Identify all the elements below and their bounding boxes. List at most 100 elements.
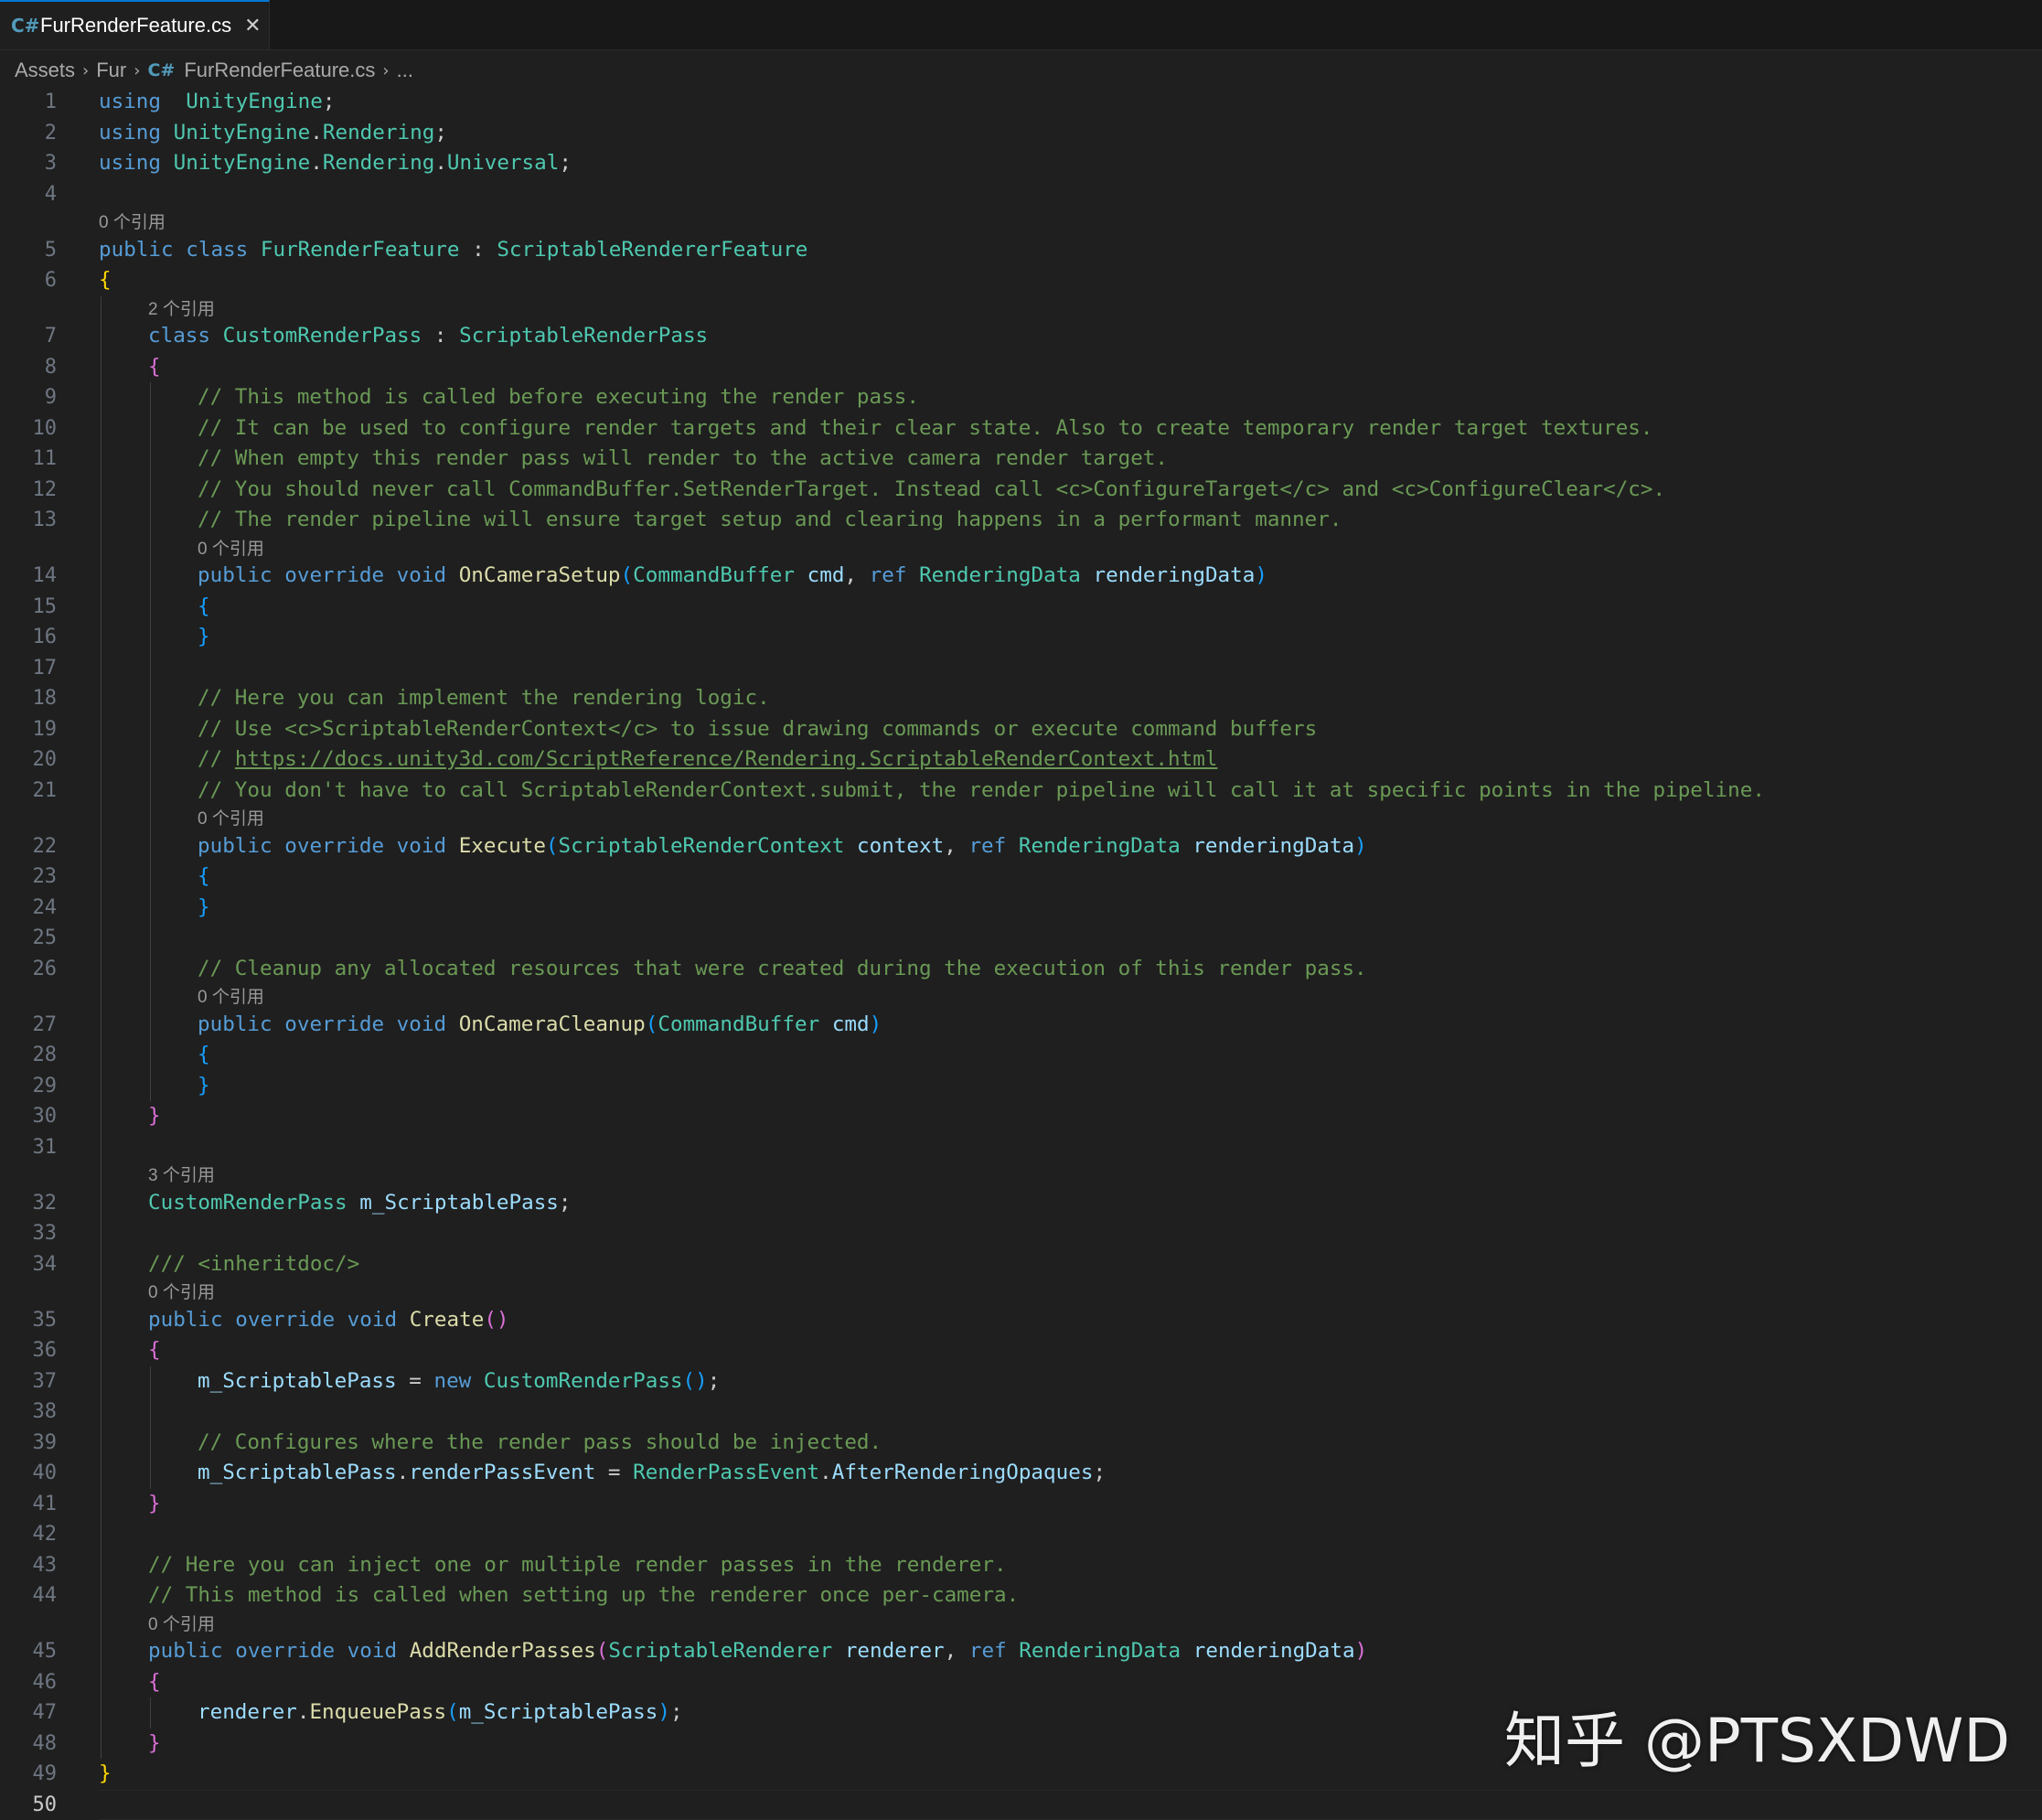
code-line[interactable]: 25 — [0, 923, 2042, 954]
breadcrumb-file[interactable]: FurRenderFeature.cs — [184, 59, 375, 82]
codelens-text[interactable]: 0 个引用 — [99, 209, 166, 235]
code-line[interactable]: 32CustomRenderPass m_ScriptablePass; — [0, 1188, 2042, 1219]
code-token: public — [198, 1012, 273, 1036]
line-number: 39 — [0, 1428, 57, 1459]
code-text: CustomRenderPass m_ScriptablePass; — [148, 1188, 572, 1219]
code-line[interactable]: 1using UnityEngine; — [0, 87, 2042, 118]
code-text: using UnityEngine.Rendering.Universal; — [99, 148, 572, 179]
breadcrumb-fur[interactable]: Fur — [96, 59, 126, 82]
code-line[interactable]: 33 — [0, 1218, 2042, 1249]
code-token: CommandBuffer — [633, 563, 795, 587]
code-token: override — [284, 834, 384, 858]
code-line[interactable]: 10// It can be used to configure render … — [0, 413, 2042, 444]
breadcrumb-assets[interactable]: Assets — [15, 59, 75, 82]
code-line[interactable]: 4 — [0, 179, 2042, 210]
code-line[interactable]: 35public override void Create() — [0, 1305, 2042, 1336]
code-token — [397, 1308, 410, 1332]
tab-furrenderfeature[interactable]: C# FurRenderFeature.cs ✕ — [0, 0, 270, 49]
code-line[interactable]: 21// You don't have to call ScriptableRe… — [0, 776, 2042, 807]
code-line[interactable]: 37m_ScriptablePass = new CustomRenderPas… — [0, 1366, 2042, 1397]
code-line[interactable]: 23{ — [0, 862, 2042, 893]
code-line[interactable]: 45public override void AddRenderPasses(S… — [0, 1636, 2042, 1667]
code-line[interactable]: 15{ — [0, 592, 2042, 623]
codelens-text[interactable]: 0 个引用 — [148, 1279, 215, 1305]
code-line[interactable]: 7class CustomRenderPass : ScriptableRend… — [0, 321, 2042, 352]
code-text: } — [99, 1759, 112, 1790]
code-line[interactable]: 11// When empty this render pass will re… — [0, 444, 2042, 475]
code-line[interactable]: 41} — [0, 1489, 2042, 1520]
code-token: renderPassEvent — [409, 1461, 595, 1484]
code-line[interactable]: 20// https://docs.unity3d.com/ScriptRefe… — [0, 744, 2042, 776]
code-line[interactable]: 50 — [0, 1790, 2042, 1820]
code-token — [832, 1639, 845, 1663]
code-text: // Here you can inject one or multiple r… — [148, 1550, 1007, 1581]
indent-guide — [150, 683, 151, 714]
line-number: 18 — [0, 683, 57, 714]
codelens-text[interactable]: 0 个引用 — [198, 806, 264, 831]
indent-guide — [101, 1335, 102, 1366]
code-line[interactable]: 40m_ScriptablePass.renderPassEvent = Ren… — [0, 1458, 2042, 1489]
codelens-text[interactable]: 2 个引用 — [148, 296, 215, 322]
line-number: 48 — [0, 1729, 57, 1760]
indent-guide — [101, 536, 102, 562]
code-line[interactable]: 6{ — [0, 265, 2042, 296]
code-line[interactable]: 5public class FurRenderFeature : Scripta… — [0, 235, 2042, 266]
code-line[interactable]: 14public override void OnCameraSetup(Com… — [0, 561, 2042, 592]
code-line[interactable]: 3using UnityEngine.Rendering.Universal; — [0, 148, 2042, 179]
code-line[interactable]: 16} — [0, 622, 2042, 653]
code-token — [795, 563, 807, 587]
code-line[interactable]: 28{ — [0, 1040, 2042, 1071]
code-token: AfterRenderingOpaques — [832, 1461, 1094, 1484]
close-icon[interactable]: ✕ — [244, 15, 261, 37]
code-line[interactable]: 22public override void Execute(Scriptabl… — [0, 831, 2042, 862]
code-line[interactable]: 42 — [0, 1519, 2042, 1550]
code-line[interactable]: 19// Use <c>ScriptableRenderContext</c> … — [0, 714, 2042, 745]
line-number: 42 — [0, 1519, 57, 1550]
code-line[interactable]: 26// Cleanup any allocated resources tha… — [0, 954, 2042, 985]
codelens-text[interactable]: 0 个引用 — [198, 984, 264, 1010]
code-text: { — [148, 1667, 161, 1698]
code-line[interactable]: 30} — [0, 1101, 2042, 1132]
code-line[interactable]: 27public override void OnCameraCleanup(C… — [0, 1010, 2042, 1041]
code-line[interactable]: 29} — [0, 1071, 2042, 1102]
code-line[interactable]: 44// This method is called when setting … — [0, 1580, 2042, 1611]
code-token: // Here you can inject one or multiple r… — [148, 1553, 1007, 1577]
code-token: public — [99, 238, 174, 262]
code-line[interactable]: 38 — [0, 1397, 2042, 1428]
code-line[interactable]: 43// Here you can inject one or multiple… — [0, 1550, 2042, 1581]
code-line[interactable]: 24} — [0, 893, 2042, 924]
code-line[interactable]: 12// You should never call CommandBuffer… — [0, 475, 2042, 506]
indent-guide — [101, 1071, 102, 1102]
code-line[interactable]: 36{ — [0, 1335, 2042, 1366]
code-line[interactable]: 13// The render pipeline will ensure tar… — [0, 505, 2042, 536]
code-token: { — [198, 1043, 210, 1066]
code-text: public class FurRenderFeature : Scriptab… — [99, 235, 807, 266]
code-token: https://docs.unity3d.com/ScriptReference… — [235, 747, 1218, 771]
line-number: 31 — [0, 1132, 57, 1163]
code-editor[interactable]: 1using UnityEngine;2using UnityEngine.Re… — [0, 87, 2042, 1820]
code-token: ) — [870, 1012, 882, 1036]
indent-guide — [150, 1010, 151, 1041]
breadcrumb-more[interactable]: ... — [397, 59, 413, 82]
indent-guide — [150, 954, 151, 985]
codelens-text[interactable]: 3 个引用 — [148, 1162, 215, 1188]
code-token: class — [186, 238, 248, 262]
indent-guide — [150, 1040, 151, 1071]
code-line[interactable]: 31 — [0, 1132, 2042, 1163]
code-text: public override void Create() — [148, 1305, 509, 1336]
code-line[interactable]: 17 — [0, 653, 2042, 684]
code-line[interactable]: 8{ — [0, 352, 2042, 383]
code-line[interactable]: 18// Here you can implement the renderin… — [0, 683, 2042, 714]
code-line[interactable]: 34/// <inheritdoc/> — [0, 1249, 2042, 1280]
codelens-text[interactable]: 0 个引用 — [198, 536, 264, 562]
code-line[interactable]: 39// Configures where the render pass sh… — [0, 1428, 2042, 1459]
code-token: ref — [968, 834, 1006, 858]
code-text: public override void OnCameraSetup(Comma… — [198, 561, 1267, 592]
code-line[interactable]: 2using UnityEngine.Rendering; — [0, 118, 2042, 149]
indent-guide — [150, 382, 151, 413]
code-text: } — [198, 893, 210, 924]
code-token: ( — [646, 1012, 658, 1036]
code-line[interactable]: 9// This method is called before executi… — [0, 382, 2042, 413]
line-number: 21 — [0, 776, 57, 807]
codelens-text[interactable]: 0 个引用 — [148, 1611, 215, 1637]
